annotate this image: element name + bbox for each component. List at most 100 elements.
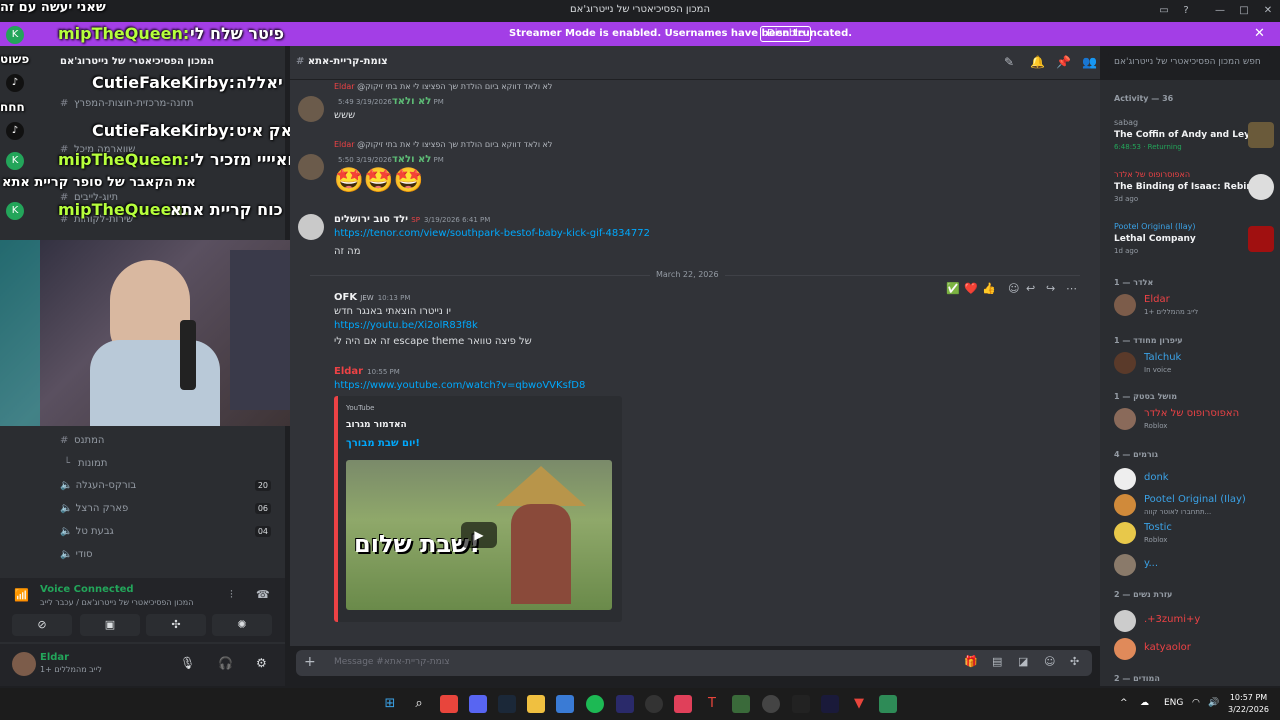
volume-icon[interactable]: 🔊 <box>1208 698 1219 708</box>
wifi-icon[interactable]: ◠ <box>1192 698 1200 708</box>
more-icon[interactable]: ⋯ <box>1066 282 1077 295</box>
username[interactable]: Eldar <box>40 652 69 663</box>
member-list-icon[interactable]: 👥 <box>1082 55 1097 69</box>
gif-icon[interactable]: ▤ <box>992 655 1002 668</box>
minimize-button[interactable]: — <box>1212 3 1228 19</box>
help-icon[interactable]: ? <box>1178 3 1194 19</box>
app-icon[interactable] <box>732 695 750 713</box>
sticker-icon[interactable]: ◪ <box>1018 655 1028 668</box>
member-item[interactable]: Talchuk In voice <box>1114 350 1274 380</box>
app-icon[interactable]: ▼ <box>850 695 868 713</box>
message-text: יו נייטרו הוצאתי באנגר חדש <box>334 306 452 317</box>
activity-card[interactable]: sabag The Coffin of Andy and Ley... 6:48… <box>1114 118 1274 160</box>
attach-plus-icon[interactable]: + <box>304 654 316 670</box>
app-icon[interactable] <box>762 695 780 713</box>
close-window-button[interactable]: ✕ <box>1260 3 1276 19</box>
avatar[interactable] <box>298 154 324 180</box>
obs-icon[interactable] <box>645 695 663 713</box>
app-icon[interactable] <box>879 695 897 713</box>
app-icon[interactable] <box>556 695 574 713</box>
voice-channel[interactable]: 🔈 סודי <box>60 549 275 560</box>
message-link[interactable]: https://www.youtube.com/watch?v=qbwoVVKs… <box>334 380 585 391</box>
headphones-icon[interactable]: 🎧 <box>218 656 233 670</box>
reaction-heart[interactable]: ❤️ <box>964 282 978 295</box>
message-composer[interactable]: + Message #צומת-קריית-אתא 🎁 ▤ ◪ ☺ ✣ <box>296 650 1092 676</box>
reply-icon[interactable]: ↩ <box>1026 282 1035 295</box>
activities-button[interactable]: ✣ <box>146 614 206 636</box>
tray-chevron-icon[interactable]: ^ <box>1120 698 1128 708</box>
screen-share-button[interactable]: ▣ <box>80 614 140 636</box>
member-item[interactable]: katyaolor <box>1114 636 1274 666</box>
thread-item-pictures[interactable]: └ תמונות <box>64 458 107 469</box>
message-link[interactable]: https://youtu.be/Xi2olR83f8k <box>334 320 478 331</box>
search-icon[interactable]: ⌕ <box>410 695 428 713</box>
member-item[interactable]: Pootel Original (Ilay) תתחברו לאוטר קווה… <box>1114 492 1274 522</box>
embed-author[interactable]: האדמור מגרוב <box>346 420 407 430</box>
kick-icon: K <box>6 26 24 44</box>
message-actions-bar: ✅ ❤️ 👍 ☺ ↩ ↪ ⋯ <box>946 282 1086 300</box>
search-input[interactable]: חפש המכון הפסיכיאטרי של נייטרוג'אם <box>1108 52 1270 74</box>
voice-channel[interactable]: 🔈 פארק הרצל 06 <box>60 503 275 514</box>
inbox-icon[interactable]: ▭ <box>1156 3 1172 19</box>
folder-icon[interactable] <box>527 695 545 713</box>
microphone-icon[interactable]: 🎙 <box>180 656 195 670</box>
soundboard-button[interactable]: ✺ <box>212 614 272 636</box>
disconnect-icon[interactable]: ☎ <box>256 588 270 601</box>
app-icon[interactable] <box>674 695 692 713</box>
reply-preview[interactable]: Eldar @לא ולאד דווקא ביום הולדת שך הפציצ… <box>334 82 552 91</box>
apps-icon[interactable]: ✣ <box>1070 655 1079 668</box>
reaction-check[interactable]: ✅ <box>946 282 960 295</box>
maximize-button[interactable]: □ <box>1236 3 1252 19</box>
voice-location[interactable]: המכון הפסיכיאטרי של נייטרוג'אם / עכבר לי… <box>40 598 193 607</box>
game-icon <box>1248 122 1274 148</box>
noise-suppression-icon[interactable]: ⫶ <box>230 588 233 602</box>
steam-icon[interactable] <box>498 695 516 713</box>
video-thumbnail[interactable]: שבת שלום! ▶ <box>346 460 612 610</box>
emoji-icon[interactable]: ☺ <box>1044 655 1055 668</box>
message-link[interactable]: https://tenor.com/view/southpark-bestof-… <box>334 228 650 239</box>
activity-card[interactable]: האפוסרופוס של אלדר The Binding of Isaac:… <box>1114 170 1274 212</box>
embed-title[interactable]: יום שבת מבורך! <box>346 438 420 449</box>
voice-channel[interactable]: 🔈 גבעת טל 04 <box>60 526 275 537</box>
member-item[interactable]: y... <box>1114 552 1274 582</box>
disable-button[interactable]: Disable <box>760 26 812 42</box>
tiktok-icon: ♪ <box>6 74 24 92</box>
camera-button[interactable]: ⊘ <box>12 614 72 636</box>
app-icon[interactable] <box>821 695 839 713</box>
member-item[interactable]: .+3zumi+y <box>1114 608 1274 638</box>
channel-item-mitnas[interactable]: # המתנס <box>60 435 104 446</box>
play-icon[interactable]: ▶ <box>461 522 497 548</box>
member-item[interactable]: האפוסרופוס של אלדר Roblox <box>1114 406 1274 436</box>
member-item[interactable]: Tostic Roblox <box>1114 520 1274 550</box>
reaction-thumbs[interactable]: 👍 <box>982 282 996 295</box>
reply-preview[interactable]: Eldar @לא ולאד דווקא ביום הולדת שך הפציצ… <box>334 140 552 149</box>
discord-icon[interactable] <box>469 695 487 713</box>
add-reaction-icon[interactable]: ☺ <box>1008 282 1019 295</box>
app-icon[interactable] <box>792 695 810 713</box>
avatar[interactable] <box>298 96 324 122</box>
banner-close-icon[interactable]: ✕ <box>1254 26 1265 41</box>
activity-card[interactable]: Pootel Original (Ilay) Lethal Company 1d… <box>1114 222 1274 264</box>
settings-gear-icon[interactable]: ⚙ <box>256 656 267 670</box>
avatar[interactable] <box>298 214 324 240</box>
clock[interactable]: 10:57 PM 3/22/2026 <box>1228 692 1269 716</box>
member-group-header: אלדר — 1 <box>1114 278 1154 287</box>
language-indicator[interactable]: ENG <box>1164 698 1183 708</box>
overlay-user: CutieFakeKirby: <box>92 73 236 92</box>
forward-icon[interactable]: ↪ <box>1046 282 1055 295</box>
bell-icon[interactable]: 🔔 <box>1030 55 1045 69</box>
avatar[interactable] <box>12 652 36 676</box>
threads-icon[interactable]: ✎ <box>1004 55 1014 69</box>
premiere-icon[interactable] <box>616 695 634 713</box>
start-icon[interactable]: ⊞ <box>381 695 399 713</box>
member-item[interactable]: Eldar לייב מהמללים +1 <box>1114 292 1274 322</box>
network-icon[interactable]: ☁ <box>1140 698 1149 708</box>
spotify-icon[interactable] <box>586 695 604 713</box>
gift-icon[interactable]: 🎁 <box>964 655 978 668</box>
chrome-icon[interactable] <box>440 695 458 713</box>
voice-channel[interactable]: 🔈 בורקס-העגלה 20 <box>60 480 275 491</box>
app-icon[interactable]: T <box>703 695 721 713</box>
activity-header[interactable]: Activity — 36 <box>1114 94 1173 103</box>
pin-icon[interactable]: 📌 <box>1056 55 1071 69</box>
message: OFK JEW 10:13 PM <box>334 292 411 303</box>
